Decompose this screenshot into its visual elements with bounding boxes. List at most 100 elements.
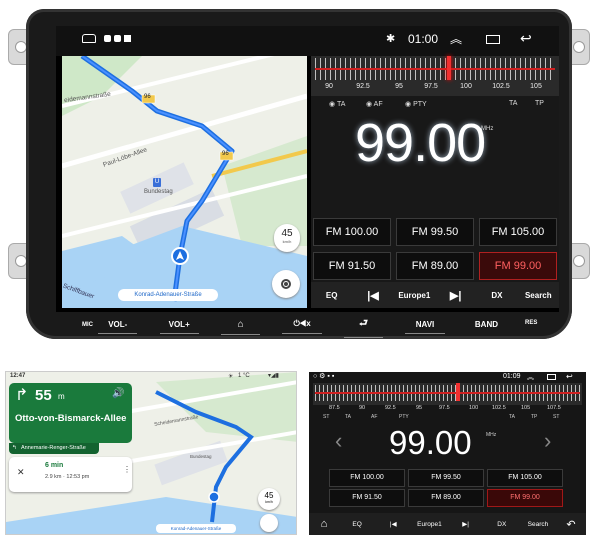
rds-label: PTY xyxy=(399,414,409,420)
preset-button[interactable]: FM 89.00 xyxy=(408,489,484,507)
screen: ✱ 01:00 ︽ ↩ eidemannstraße Paul-Löbe-All… xyxy=(56,26,559,312)
turn-distance-unit: m xyxy=(58,392,65,401)
rds-ta: ◉ TA xyxy=(329,101,346,108)
dx-button[interactable]: DX xyxy=(476,291,517,300)
scale-label: 100 xyxy=(469,405,479,411)
rds-label: TP xyxy=(531,414,538,420)
search-button[interactable]: Search xyxy=(518,291,559,300)
radio-thumbnail: ○ ⚙ ▪ ▪ 01:09 ︽ ↩ 87.5 90 92.5 95 97.5 1… xyxy=(309,372,586,535)
thumb-tuning-scale[interactable] xyxy=(313,383,582,405)
eta-card: ✕ 6 min 2.9 km · 12:53 pm ⋮ xyxy=(9,457,132,492)
back-icon[interactable]: ↩ xyxy=(520,30,532,47)
station-name[interactable]: Europe1 xyxy=(394,291,435,300)
radio-control-bar: EQ |◀ Europe1 ▶| DX Search xyxy=(311,282,559,308)
preset-button[interactable]: FM 99.50 xyxy=(396,218,474,246)
scale-label: 95 xyxy=(395,83,403,90)
band-button[interactable]: BAND xyxy=(456,320,517,329)
next-arrow-icon[interactable]: › xyxy=(544,428,551,454)
close-icon[interactable]: ✕ xyxy=(17,467,25,478)
hw-label: BAND xyxy=(474,319,499,329)
rds-label: ST xyxy=(553,414,560,420)
tuning-scale[interactable]: 90 92.5 95 97.5 100 102.5 105 xyxy=(311,56,559,96)
current-street-pill: Konrad-Adenauer-Straße xyxy=(118,289,218,301)
map-view[interactable]: eidemannstraße Paul-Löbe-Allee Bundestag… xyxy=(62,56,307,308)
eq-button[interactable]: EQ xyxy=(339,521,375,528)
dx-button[interactable]: DX xyxy=(484,521,520,528)
recenter-button[interactable] xyxy=(272,270,300,298)
expand-up-icon[interactable]: ︽ xyxy=(450,30,462,47)
weather-icon: ☀ xyxy=(228,374,234,380)
volume-up-button[interactable]: VOL+ xyxy=(148,320,209,334)
preset-button[interactable]: FM 105.00 xyxy=(487,469,563,487)
back-button[interactable]: ⮐ xyxy=(333,316,394,338)
volume-down-button[interactable]: VOL- xyxy=(87,319,148,334)
thumb-radio-control-bar: ⌂ EQ |◀ Europe1 ▶| DX Search ↶ xyxy=(309,513,586,535)
power-mute-button[interactable]: ⏻◀x xyxy=(271,319,332,334)
expand-up-icon[interactable]: ︽ xyxy=(527,372,534,382)
back-icon: ⮐ xyxy=(359,317,369,329)
tuning-needle[interactable] xyxy=(447,56,451,80)
recent-apps-icon[interactable] xyxy=(547,374,556,380)
eq-button[interactable]: EQ xyxy=(311,291,352,300)
scale-label: 102.5 xyxy=(492,405,506,411)
hw-divider xyxy=(405,332,445,334)
back-icon[interactable]: ↩ xyxy=(566,372,573,381)
scale-label: 97.5 xyxy=(424,83,438,90)
hw-divider xyxy=(343,336,384,338)
preset-button-active[interactable]: FM 99.00 xyxy=(487,489,563,507)
preset-button[interactable]: FM 105.00 xyxy=(479,218,557,246)
preset-button-active[interactable]: FM 99.00 xyxy=(479,252,557,280)
bluetooth-icon: ✱ xyxy=(386,33,396,45)
thumb-tuning-needle[interactable] xyxy=(456,383,460,401)
preset-button[interactable]: FM 91.50 xyxy=(313,252,391,280)
scale-label: 105 xyxy=(530,83,542,90)
voice-guidance-icon[interactable]: 🔊 xyxy=(112,388,124,399)
hw-divider xyxy=(220,333,261,335)
recent-apps-icon[interactable] xyxy=(486,35,500,44)
back-icon[interactable]: ↶ xyxy=(556,518,586,531)
speed-unit: km/h xyxy=(282,239,292,244)
rds-label: AF xyxy=(373,101,383,108)
thumb-speed-badge: 45 km/h xyxy=(258,488,280,510)
thumb-speed-unit: km/h xyxy=(265,500,273,504)
scale-label: 90 xyxy=(359,405,366,411)
preset-button[interactable]: FM 99.50 xyxy=(408,469,484,487)
preset-button[interactable]: FM 91.50 xyxy=(329,489,405,507)
thumb-radio-clock: 01:09 xyxy=(503,373,521,380)
preset-button[interactable]: FM 100.00 xyxy=(313,218,391,246)
thumb-speed-value: 45 xyxy=(264,491,274,500)
hw-divider xyxy=(282,333,322,334)
navi-button[interactable]: NAVI xyxy=(394,320,455,334)
scale-labels: 90 92.5 95 97.5 100 102.5 105 xyxy=(311,83,559,93)
home-outline-icon[interactable] xyxy=(82,34,96,43)
thumb-rds-row: ST TA AF PTY TA TP ST xyxy=(309,414,586,422)
navigation-thumbnail: 12:47 ☀ 1 °C ▾◢▮ ↱ 55 m 🔊 Otto-von-Bisma… xyxy=(5,371,297,535)
home-icon[interactable]: ⌂ xyxy=(309,518,339,530)
prev-arrow-icon[interactable]: ‹ xyxy=(335,428,342,454)
reset-label: RES xyxy=(525,320,538,326)
thumb-recenter-button[interactable] xyxy=(260,514,278,532)
search-button[interactable]: Search xyxy=(520,521,556,528)
rds-label: AF xyxy=(371,414,378,420)
next-station-button[interactable]: ▶| xyxy=(435,289,476,302)
scale-label: 107.5 xyxy=(547,405,561,411)
thumb-status-bar: 12:47 ☀ 1 °C ▾◢▮ xyxy=(6,372,296,382)
scale-label: 92.5 xyxy=(356,83,370,90)
home-button[interactable]: ⌂ xyxy=(210,318,271,335)
station-name[interactable]: Europe1 xyxy=(411,521,447,528)
preset-button[interactable]: FM 89.00 xyxy=(396,252,474,280)
status-bar: ✱ 01:00 ︽ ↩ xyxy=(56,26,559,56)
previous-station-button[interactable]: |◀ xyxy=(352,289,393,302)
previous-station-button[interactable]: |◀ xyxy=(375,520,411,528)
hw-label: VOL- xyxy=(108,319,128,329)
status-icons: ○ ⚙ ▪ ▪ xyxy=(313,373,335,380)
thumb-clock: 12:47 xyxy=(10,373,26,379)
rds-label: TA xyxy=(336,101,346,108)
home-icon: ⌂ xyxy=(237,318,244,330)
rds-tp: TP xyxy=(535,100,544,107)
power-mute-icon: ⏻◀x xyxy=(293,319,311,328)
preset-button[interactable]: FM 100.00 xyxy=(329,469,405,487)
poi-label: Bundestag xyxy=(144,189,173,195)
more-options-icon[interactable]: ⋮ xyxy=(123,465,131,474)
next-station-button[interactable]: ▶| xyxy=(448,520,484,528)
